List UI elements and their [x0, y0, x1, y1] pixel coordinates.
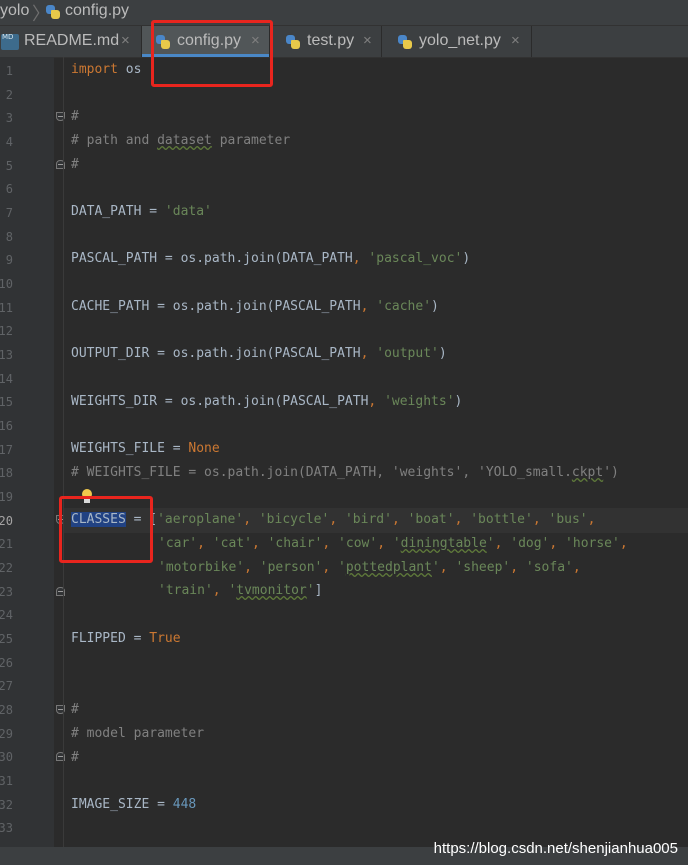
line-number: 18	[0, 466, 13, 480]
code-line-29[interactable]: # model parameter	[71, 726, 204, 746]
line-number: 10	[0, 277, 13, 291]
line-number: 13	[0, 348, 13, 362]
tab-test[interactable]: test.py ×	[270, 26, 382, 57]
code-line-1[interactable]: import os	[71, 62, 141, 82]
code-line-25[interactable]: FLIPPED = True	[71, 631, 181, 651]
breadcrumb: yolo 〉 config.py	[0, 0, 688, 26]
code-line-5[interactable]: #	[71, 157, 79, 177]
code-line-23[interactable]: 'train', 'tvmonitor']	[158, 583, 322, 603]
line-number: 24	[0, 608, 13, 622]
markdown-file-icon: MD	[1, 34, 19, 50]
line-number: 32	[0, 798, 13, 812]
gutter-divider	[63, 57, 64, 847]
line-number: 14	[0, 372, 13, 386]
line-number: 15	[0, 395, 13, 409]
line-number: 30	[0, 750, 13, 764]
code-line-32[interactable]: IMAGE_SIZE = 448	[71, 797, 196, 817]
line-number-current: 20	[0, 514, 13, 528]
line-number: 17	[0, 443, 13, 457]
line-number: 25	[0, 632, 13, 646]
line-number: 9	[5, 253, 13, 267]
line-number: 33	[0, 821, 13, 835]
code-line-9[interactable]: PASCAL_PATH = os.path.join(DATA_PATH, 'p…	[71, 251, 470, 271]
code-line-4[interactable]: # path and dataset parameter	[71, 133, 290, 153]
code-line-22[interactable]: 'motorbike', 'person', 'pottedplant', 's…	[158, 560, 581, 580]
line-number: 6	[5, 182, 13, 196]
code-line-13[interactable]: OUTPUT_DIR = os.path.join(PASCAL_PATH, '…	[71, 346, 447, 366]
code-line-15[interactable]: WEIGHTS_DIR = os.path.join(PASCAL_PATH, …	[71, 394, 462, 414]
line-number: 22	[0, 561, 13, 575]
code-line-30[interactable]: #	[71, 750, 79, 770]
line-number: 12	[0, 324, 13, 338]
code-line-21[interactable]: 'car', 'cat', 'chair', 'cow', 'diningtab…	[158, 536, 628, 556]
line-number: 19	[0, 490, 13, 504]
close-icon[interactable]: ×	[121, 32, 130, 49]
editor-tab-bar: MD README.md × config.py × test.py × yol…	[0, 26, 688, 58]
code-line-11[interactable]: CACHE_PATH = os.path.join(PASCAL_PATH, '…	[71, 299, 439, 319]
line-number: 4	[5, 135, 13, 149]
close-icon[interactable]: ×	[511, 32, 520, 49]
breadcrumb-project[interactable]: yolo	[0, 2, 29, 20]
highlight-box-config-tab	[151, 20, 273, 87]
breadcrumb-file[interactable]: config.py	[65, 2, 129, 20]
watermark-text: https://blog.csdn.net/shenjianhua005	[433, 840, 678, 857]
tab-label: README.md	[24, 32, 120, 49]
line-number: 1	[5, 64, 13, 78]
tab-readme[interactable]: MD README.md ×	[0, 26, 142, 57]
python-file-icon	[46, 5, 60, 19]
close-icon[interactable]: ×	[363, 32, 372, 49]
code-line-3[interactable]: #	[71, 109, 79, 129]
code-line-18[interactable]: # WEIGHTS_FILE = os.path.join(DATA_PATH,…	[71, 465, 619, 485]
highlight-box-classes	[59, 496, 153, 563]
line-number: 16	[0, 419, 13, 433]
code-line-28[interactable]: #	[71, 702, 79, 722]
line-number: 3	[5, 111, 13, 125]
line-number: 23	[0, 585, 13, 599]
line-number: 28	[0, 703, 13, 717]
line-number: 8	[5, 230, 13, 244]
line-number: 26	[0, 656, 13, 670]
line-number: 31	[0, 774, 13, 788]
tab-label: yolo_net.py	[419, 32, 501, 49]
line-number: 27	[0, 679, 13, 693]
line-number: 11	[0, 301, 13, 315]
line-number: 21	[0, 537, 13, 551]
line-number: 7	[5, 206, 13, 220]
code-line-7[interactable]: DATA_PATH = 'data'	[71, 204, 212, 224]
tab-yolo-net[interactable]: yolo_net.py ×	[382, 26, 532, 57]
line-number: 29	[0, 727, 13, 741]
python-file-icon	[286, 35, 300, 49]
code-line-17[interactable]: WEIGHTS_FILE = None	[71, 441, 220, 461]
python-file-icon	[398, 35, 412, 49]
tab-label: test.py	[307, 32, 355, 49]
line-number: 5	[5, 159, 13, 173]
line-number: 2	[5, 88, 13, 102]
line-number-gutter[interactable]: 1 2 3 4 5 6 7 8 9 10 11 12 13 14 15 16 1…	[0, 57, 65, 847]
